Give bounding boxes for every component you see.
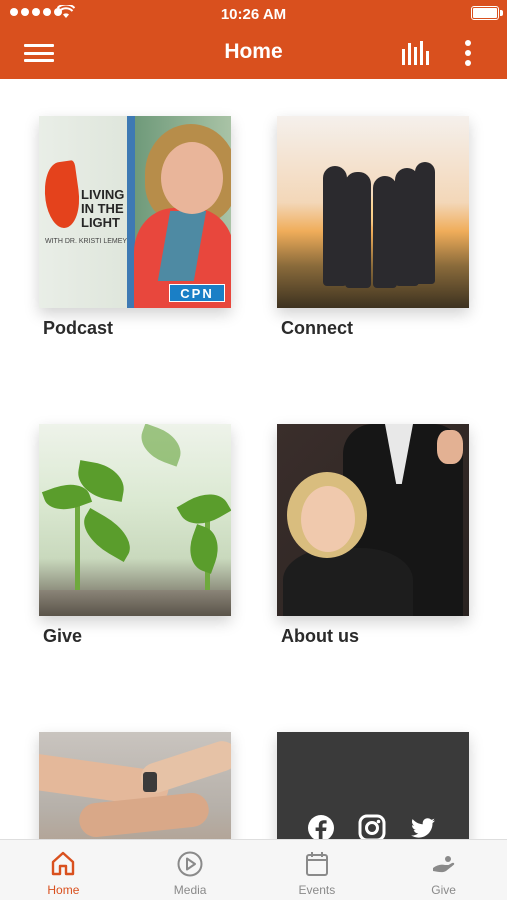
tile-about-us[interactable]: About us xyxy=(277,424,469,647)
audio-bars-button[interactable] xyxy=(400,39,430,65)
tab-label: Media xyxy=(173,883,207,897)
tab-label: Home xyxy=(47,883,80,897)
tab-home[interactable]: Home xyxy=(0,840,127,900)
cpn-badge: CPN xyxy=(169,284,225,302)
give-image xyxy=(39,424,231,616)
tab-give[interactable]: Give xyxy=(380,840,507,900)
tile-podcast[interactable]: LIVING IN THE LIGHT WITH DR. KRISTI LEME… xyxy=(39,116,231,339)
podcast-image: LIVING IN THE LIGHT WITH DR. KRISTI LEME… xyxy=(39,116,231,308)
tab-events[interactable]: Events xyxy=(254,840,381,900)
about-us-image xyxy=(277,424,469,616)
twitter-icon[interactable] xyxy=(409,814,437,839)
tab-media[interactable]: Media xyxy=(127,840,254,900)
tile-social[interactable] xyxy=(277,732,469,839)
instagram-icon[interactable] xyxy=(358,814,386,839)
podcast-art-subtitle: WITH DR. KRISTI LEMEY xyxy=(45,238,128,245)
tile-label: Give xyxy=(43,626,83,646)
tile-label: Connect xyxy=(281,318,353,338)
app-header: 10:26 AM Home xyxy=(0,0,507,79)
facebook-icon[interactable] xyxy=(307,814,335,839)
give-hand-icon xyxy=(430,850,458,878)
calendar-icon xyxy=(303,850,331,878)
page-title: Home xyxy=(224,40,283,63)
bottom-tab-bar: Home Media Events Give xyxy=(0,839,507,900)
hands-image xyxy=(39,732,231,839)
podcast-art-title: LIVING IN THE LIGHT xyxy=(81,187,125,230)
tab-label: Give xyxy=(431,883,456,897)
battery-icon xyxy=(471,6,503,20)
more-options-button[interactable] xyxy=(458,38,478,68)
tab-label: Events xyxy=(298,883,336,897)
connect-image xyxy=(277,116,469,308)
social-image xyxy=(277,732,469,839)
tile-label: Podcast xyxy=(43,318,114,338)
status-bar: 10:26 AM xyxy=(0,0,507,28)
tile-hands[interactable] xyxy=(39,732,231,839)
status-time: 10:26 AM xyxy=(220,6,287,23)
home-grid: LIVING IN THE LIGHT WITH DR. KRISTI LEME… xyxy=(0,79,507,839)
tile-give[interactable]: Give xyxy=(39,424,231,647)
tile-connect[interactable]: Connect xyxy=(277,116,469,339)
home-icon xyxy=(49,850,77,878)
play-circle-icon xyxy=(176,850,204,878)
tile-label: About us xyxy=(281,626,359,646)
app-bar: Home xyxy=(0,28,507,79)
